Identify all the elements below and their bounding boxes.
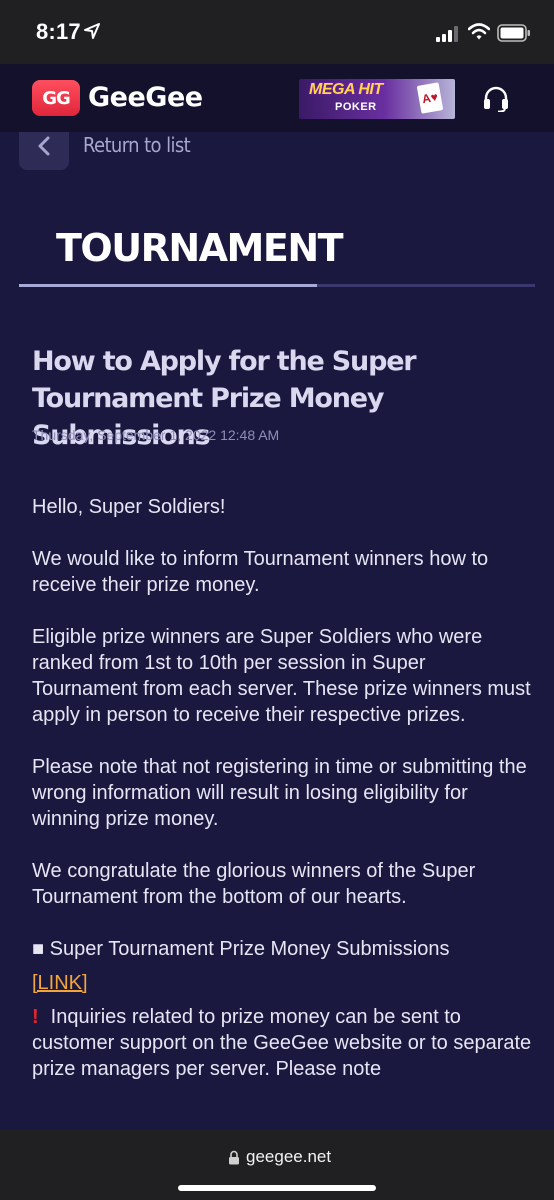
- playing-card-icon: A♥: [416, 82, 444, 114]
- app-header: GG GeeGee MEGA HIT POKER A♥: [0, 64, 554, 132]
- status-bar: 8:17: [0, 0, 554, 64]
- section-divider: [19, 284, 535, 287]
- article-date: Thursday, September 1, 2022 12:48 AM: [32, 427, 280, 443]
- promo-title: MEGA HIT: [309, 81, 383, 98]
- wifi-icon: [468, 23, 490, 40]
- status-time: 8:17: [36, 19, 81, 44]
- section-indicator: [19, 284, 317, 287]
- promo-banner[interactable]: MEGA HIT POKER A♥: [299, 79, 455, 119]
- signal-icon: [436, 26, 458, 42]
- article-paragraph: We congratulate the glorious winners of …: [32, 860, 476, 908]
- chevron-left-icon: [38, 136, 50, 156]
- article-paragraph: Hello, Super Soldiers!: [32, 496, 226, 518]
- url-text[interactable]: geegee.net: [246, 1147, 331, 1167]
- submissions-heading: ■ Super Tournament Prize Money Submissio…: [32, 938, 450, 960]
- article-body: Hello, Super Soldiers! We would like to …: [32, 494, 532, 1108]
- article-paragraph: Please note that not registering in time…: [32, 756, 527, 830]
- promo-subtitle: POKER: [335, 101, 377, 113]
- exclamation-icon: !: [32, 1006, 39, 1028]
- section-title: TOURNAMENT: [56, 226, 344, 270]
- geegee-logo-icon[interactable]: GG: [32, 80, 80, 116]
- submission-link[interactable]: [LINK]: [32, 970, 88, 996]
- article-paragraph: We would like to inform Tournament winne…: [32, 548, 489, 596]
- notice-paragraph: ! Inquiries related to prize money can be…: [32, 1004, 532, 1082]
- brand-name[interactable]: GeeGee: [88, 82, 203, 113]
- article-paragraph: Eligible prize winners are Super Soldier…: [32, 626, 531, 726]
- return-to-list-link[interactable]: Return to list: [83, 133, 191, 157]
- browser-url-bar[interactable]: geegee.net: [0, 1130, 554, 1200]
- headset-icon[interactable]: [482, 86, 510, 112]
- lock-icon: [229, 1150, 239, 1165]
- home-indicator[interactable]: [178, 1185, 376, 1191]
- location-arrow-icon: [84, 23, 100, 39]
- battery-icon: [497, 24, 530, 42]
- notice-text: Inquiries related to prize money can be …: [32, 1006, 532, 1080]
